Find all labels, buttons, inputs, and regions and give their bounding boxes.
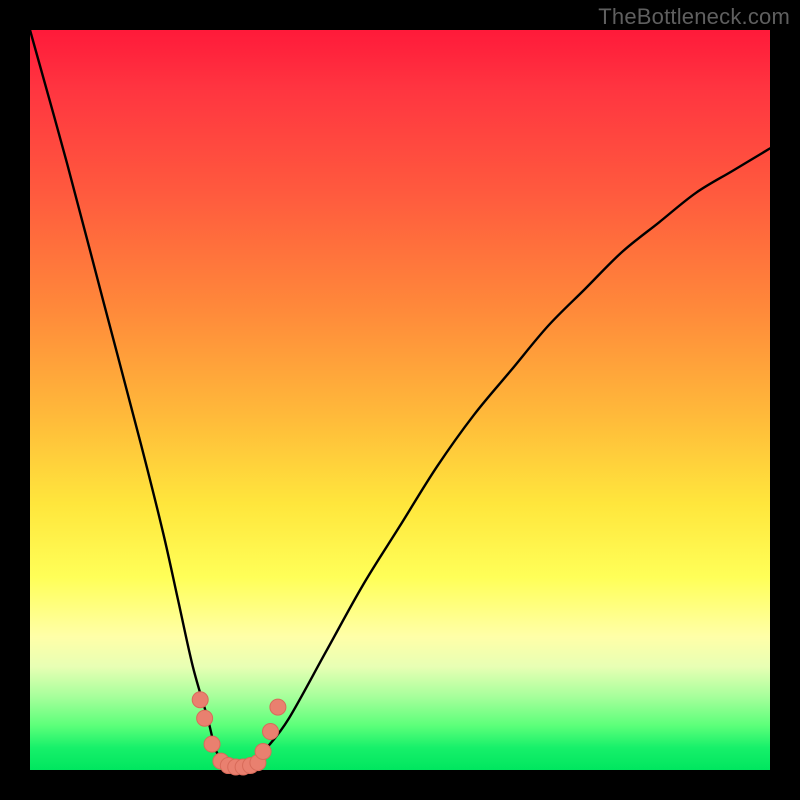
- curve-layer: [30, 30, 770, 770]
- curve-marker: [255, 744, 271, 760]
- curve-marker: [270, 699, 286, 715]
- curve-markers: [192, 692, 286, 775]
- curve-marker: [263, 724, 279, 740]
- curve-marker: [204, 736, 220, 752]
- curve-marker: [197, 710, 213, 726]
- plot-area: [30, 30, 770, 770]
- bottleneck-curve: [30, 30, 770, 771]
- watermark-text: TheBottleneck.com: [598, 4, 790, 30]
- chart-frame: TheBottleneck.com: [0, 0, 800, 800]
- curve-marker: [192, 692, 208, 708]
